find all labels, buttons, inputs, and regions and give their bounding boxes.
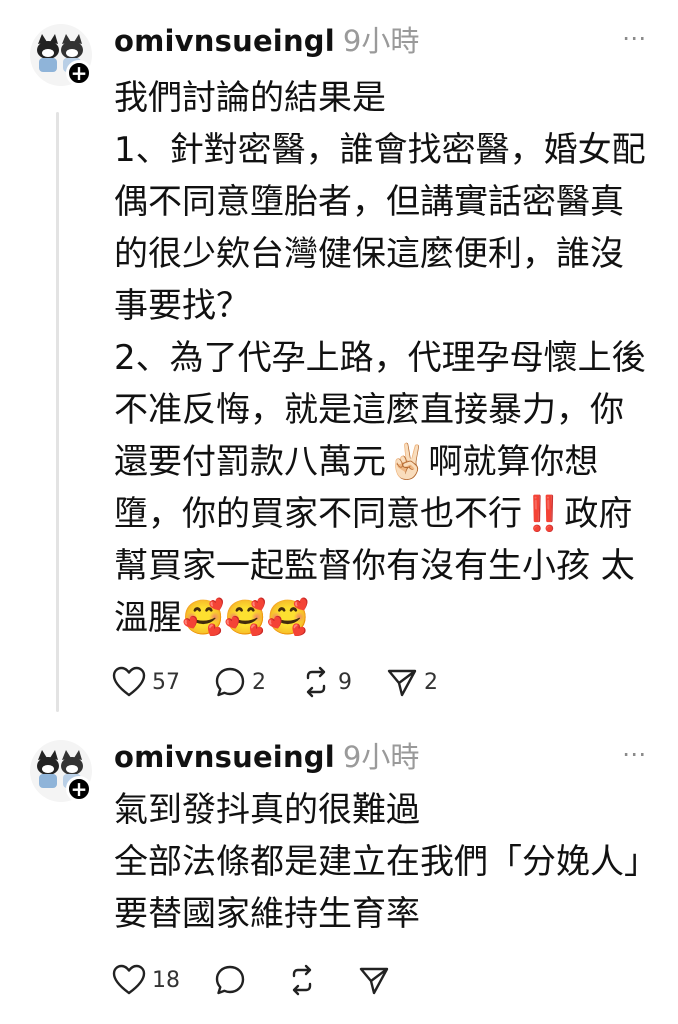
avatar-container[interactable]: +: [30, 24, 96, 90]
like-button[interactable]: 57: [112, 666, 180, 698]
share-button[interactable]: [358, 964, 396, 996]
post-header: omivnsueingl 9小時: [114, 18, 419, 58]
follow-plus-icon[interactable]: +: [66, 60, 92, 86]
post-body: 氣到發抖真的很難過 全部法條都是建立在我們「分娩人」要替國家維持生育率: [114, 790, 641, 934]
username[interactable]: omivnsueingl: [114, 740, 335, 774]
like-button[interactable]: 18: [112, 964, 180, 996]
share-button[interactable]: 2: [386, 666, 438, 698]
timestamp: 9小時: [342, 740, 420, 774]
repost-icon: [292, 964, 312, 996]
more-options-icon[interactable]: ⋯: [622, 24, 648, 52]
repost-button[interactable]: [286, 964, 324, 996]
speech-bubble-icon: [215, 667, 245, 697]
action-bar: 18: [112, 960, 430, 1000]
heart-icon: [112, 666, 146, 697]
thread-post: + omivnsueingl 9小時 ⋯ 氣到發抖真的很難過 全部法條都是建立在…: [0, 722, 678, 1024]
like-count: 57: [152, 669, 180, 695]
post-text: 氣到發抖真的很難過 全部法條都是建立在我們「分娩人」要替國家維持生育率: [114, 784, 654, 940]
follow-plus-icon[interactable]: +: [66, 776, 92, 802]
repost-count: 9: [338, 669, 352, 695]
paper-plane-icon: [387, 669, 417, 697]
share-count: 2: [424, 669, 438, 695]
post-text: 我們討論的結果是 1、針對密醫，誰會找密醫，婚女配偶不同意墮胎者，但講實話密醫真…: [114, 72, 654, 644]
post-body: 我們討論的結果是 1、針對密醫，誰會找密醫，婚女配偶不同意墮胎者，但講實話密醫真…: [114, 78, 646, 638]
action-bar: 57 2 9 2: [112, 662, 472, 702]
like-count: 18: [152, 967, 180, 993]
username[interactable]: omivnsueingl: [114, 24, 335, 58]
comment-button[interactable]: [214, 964, 252, 996]
heart-icon: [112, 964, 146, 995]
speech-bubble-icon: [215, 965, 245, 995]
more-options-icon[interactable]: ⋯: [622, 740, 648, 768]
avatar-container[interactable]: +: [30, 740, 96, 806]
repost-button[interactable]: 9: [300, 666, 352, 698]
repost-icon: [306, 666, 326, 698]
thread-post: + omivnsueingl 9小時 ⋯ 我們討論的結果是 1、針對密醫，誰會找…: [0, 0, 678, 722]
thread-line: [56, 112, 59, 712]
timestamp: 9小時: [342, 24, 420, 58]
comment-button[interactable]: 2: [214, 666, 266, 698]
paper-plane-icon: [359, 967, 389, 995]
comment-count: 2: [252, 669, 266, 695]
post-header: omivnsueingl 9小時: [114, 734, 419, 774]
